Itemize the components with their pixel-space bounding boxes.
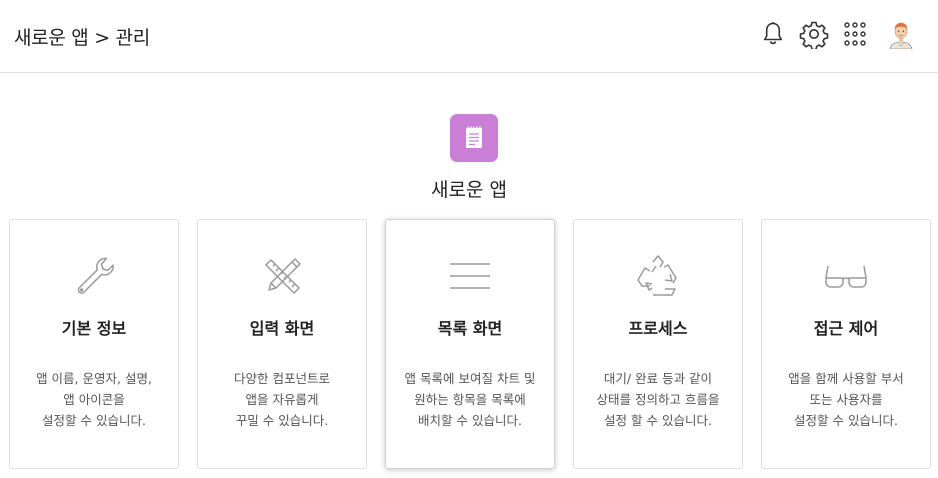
app-icon xyxy=(450,114,498,162)
card-basic-info[interactable]: 기본 정보 앱 이름, 운영자, 설명, 앱 아이콘을 설정할 수 있습니다. xyxy=(9,219,179,469)
card-access-control[interactable]: 접근 제어 앱을 함께 사용할 부서 또는 사용자를 설정할 수 있습니다. xyxy=(761,219,931,469)
card-title: 프로세스 xyxy=(628,319,688,338)
apps-grid-icon[interactable] xyxy=(840,19,870,49)
wrench-icon xyxy=(70,252,118,300)
breadcrumb[interactable]: 새로운 앱 > 관리 xyxy=(14,23,150,50)
app-title: 새로운 앱 xyxy=(431,179,507,201)
card-title: 접근 제어 xyxy=(813,319,879,338)
card-input-screen[interactable]: 입력 화면 다양한 컴포넌트로 앱을 자유롭게 꾸밀 수 있습니다. xyxy=(197,219,367,469)
card-list-screen[interactable]: 목록 화면 앱 목록에 보여질 차트 및 원하는 항목을 목록에 배치할 수 있… xyxy=(385,219,555,469)
glasses-icon xyxy=(822,252,870,300)
document-icon xyxy=(466,126,482,148)
top-bar: 새로운 앱 > 관리 xyxy=(0,0,938,73)
list-lines-icon xyxy=(446,252,494,300)
card-title: 목록 화면 xyxy=(437,319,503,338)
card-description: 앱 목록에 보여질 차트 및 원하는 항목을 목록에 배치할 수 있습니다. xyxy=(404,371,536,428)
card-process[interactable]: 프로세스 대기/ 완료 등과 같이 상태를 정의하고 흐름을 설정 할 수 있습… xyxy=(573,219,743,469)
card-title: 입력 화면 xyxy=(249,319,315,338)
recycle-icon xyxy=(634,252,682,300)
bell-icon[interactable] xyxy=(758,19,788,49)
card-description: 앱을 함께 사용할 부서 또는 사용자를 설정할 수 있습니다. xyxy=(788,371,904,428)
gear-icon[interactable] xyxy=(799,19,829,49)
card-title: 기본 정보 xyxy=(61,319,127,338)
card-description: 대기/ 완료 등과 같이 상태를 정의하고 흐름을 설정 할 수 있습니다. xyxy=(596,371,720,428)
card-description: 다양한 컴포넌트로 앱을 자유롭게 꾸밀 수 있습니다. xyxy=(234,371,330,428)
user-avatar[interactable] xyxy=(886,19,916,49)
card-description: 앱 이름, 운영자, 설명, 앱 아이콘을 설정할 수 있습니다. xyxy=(36,371,152,428)
pencil-ruler-icon xyxy=(258,252,306,300)
